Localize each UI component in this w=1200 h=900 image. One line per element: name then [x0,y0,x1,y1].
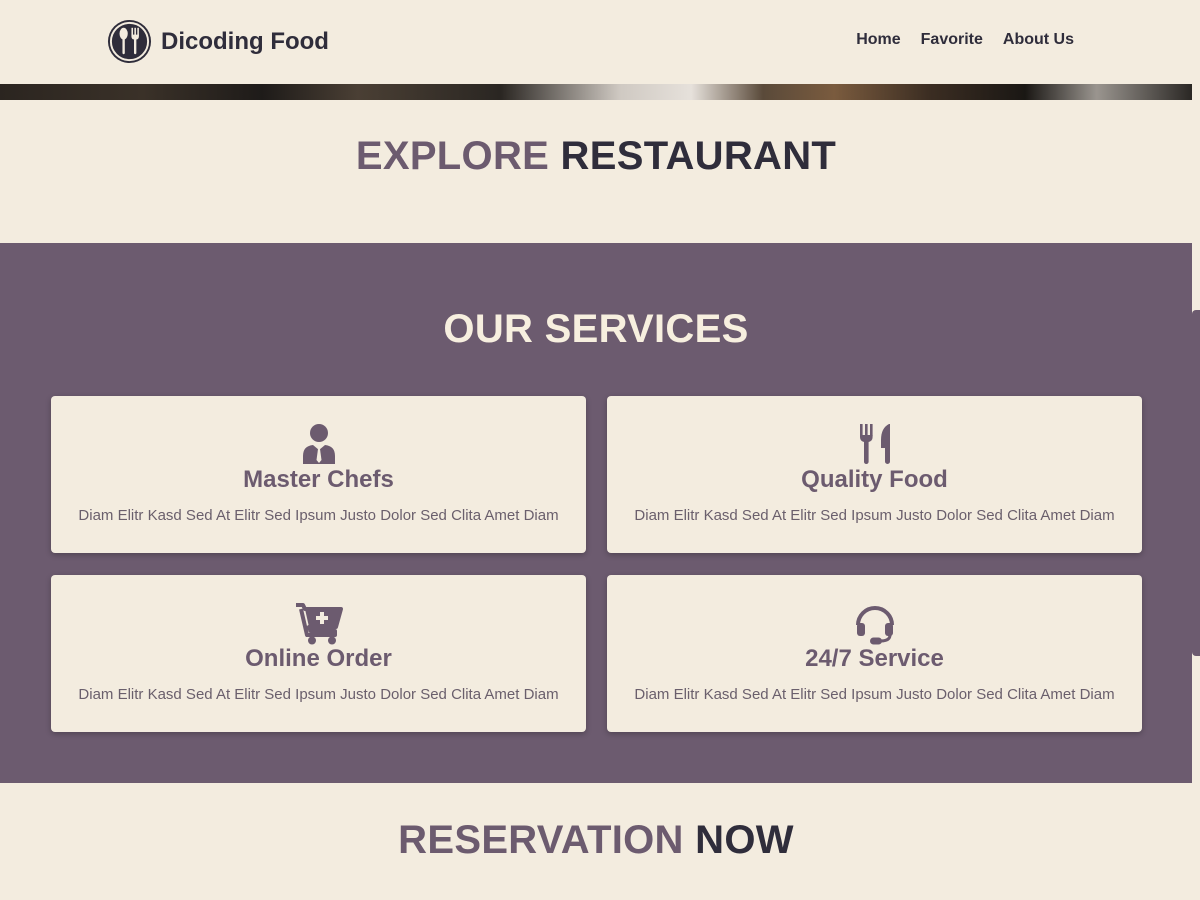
services-section: OUR SERVICES Master Chefs Diam Elitr Kas… [0,243,1192,783]
service-card-description: Diam Elitr Kasd Sed At Elitr Sed Ipsum J… [634,686,1115,703]
hero-image [0,84,1192,100]
service-card-online-order: Online Order Diam Elitr Kasd Sed At Elit… [51,575,586,732]
service-card-24-7-service: 24/7 Service Diam Elitr Kasd Sed At Elit… [607,575,1142,732]
reservation-heading-main: NOW [695,818,794,862]
explore-heading-accent: EXPLORE [355,134,550,178]
service-card-title: Quality Food [801,466,948,493]
service-card-description: Diam Elitr Kasd Sed At Elitr Sed Ipsum J… [634,507,1115,524]
site-header: Dicoding Food Home Favorite About Us [0,0,1200,84]
spoon-fork-logo-icon [107,19,152,64]
reservation-heading-accent: RESERVATION [398,818,684,862]
services-heading: OUR SERVICES [443,307,749,351]
brand[interactable]: Dicoding Food [107,19,329,64]
brand-name: Dicoding Food [161,27,329,55]
nav-link-favorite[interactable]: Favorite [921,31,983,49]
nav-link-about-us[interactable]: About Us [1003,31,1074,49]
explore-restaurant-heading: EXPLORE RESTAURANT [0,134,1192,179]
main-nav: Home Favorite About Us [856,31,1074,49]
headset-icon [855,606,894,645]
utensils-icon [859,424,890,464]
service-card-quality-food: Quality Food Diam Elitr Kasd Sed At Elit… [607,396,1142,553]
explore-heading-main: RESTAURANT [560,134,837,178]
service-card-title: 24/7 Service [805,645,944,672]
scrollbar-thumb[interactable] [1192,310,1200,656]
service-card-master-chefs: Master Chefs Diam Elitr Kasd Sed At Elit… [51,396,586,553]
service-card-description: Diam Elitr Kasd Sed At Elitr Sed Ipsum J… [78,686,559,703]
cart-plus-icon [295,603,343,645]
reservation-now-heading: RESERVATION NOW [0,818,1192,863]
chef-person-icon [302,424,335,464]
service-card-title: Master Chefs [243,466,394,493]
service-card-description: Diam Elitr Kasd Sed At Elitr Sed Ipsum J… [78,507,559,524]
service-card-title: Online Order [245,645,392,672]
nav-link-home[interactable]: Home [856,31,900,49]
